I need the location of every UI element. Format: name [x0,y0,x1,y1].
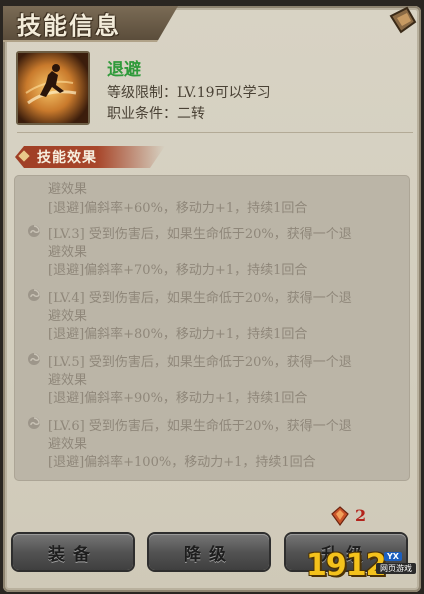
effect-line: [退避]偏斜率+90%，移动力+1，持续1回合 [48,391,308,406]
corner-ornament-icon [389,6,417,34]
swirl-bullet-icon [28,289,40,301]
effect-line: [退避]偏斜率+60%，移动力+1，持续1回合 [48,201,308,216]
upgrade-cost-count: 2 [355,506,367,525]
skill-info-panel: 技能信息 退避 等级限制：LV.19可以学习 职业条件：二转 技能效果 避效果 … [3,6,421,592]
effect-line: 避效果 [48,373,88,388]
swirl-bullet-icon [28,225,40,237]
equip-button[interactable]: 装备 [13,534,133,570]
divider [17,132,413,133]
effect-line: [退避]偏斜率+100%，移动力+1，持续1回合 [48,455,316,470]
effect-line: [LV.6] 受到伤害后，如果生命低于20%，获得一个退 [48,419,352,434]
effect-line: [LV.5] 受到伤害后，如果生命低于20%，获得一个退 [48,355,352,370]
swirl-bullet-icon [28,417,40,429]
window-title: 技能信息 [17,11,121,40]
level-requirement: 等级限制：LV.19可以学习 [107,85,271,101]
gem-icon [331,506,349,526]
watermark-subtitle: 网页游戏 [376,563,416,574]
effects-list[interactable]: 避效果 [退避]偏斜率+60%，移动力+1，持续1回合 [LV.3] 受到伤害后… [14,175,410,481]
site-watermark: 1912 YX 网页游戏 [306,548,416,584]
watermark-logo-number: 1912 [306,548,386,583]
skill-dodge-icon [16,51,90,125]
effect-line: [LV.4] 受到伤害后，如果生命低于20%，获得一个退 [48,291,352,306]
skill-name: 退避 [107,60,141,80]
effect-line: 避效果 [48,182,88,197]
job-requirement: 职业条件：二转 [107,106,205,122]
watermark-tag: YX 网页游戏 [376,552,416,574]
effect-line: 避效果 [48,437,88,452]
swirl-bullet-icon [28,353,40,365]
downgrade-button[interactable]: 降级 [149,534,269,570]
effect-line: [退避]偏斜率+80%，移动力+1，持续1回合 [48,327,308,342]
effect-line: 避效果 [48,245,88,260]
effect-line: [LV.3] 受到伤害后，如果生命低于20%，获得一个退 [48,227,352,242]
section-label-effects: 技能效果 [37,150,97,166]
effect-line: 避效果 [48,309,88,324]
watermark-yx-badge: YX [384,552,402,561]
effect-line: [退避]偏斜率+70%，移动力+1，持续1回合 [48,263,308,278]
